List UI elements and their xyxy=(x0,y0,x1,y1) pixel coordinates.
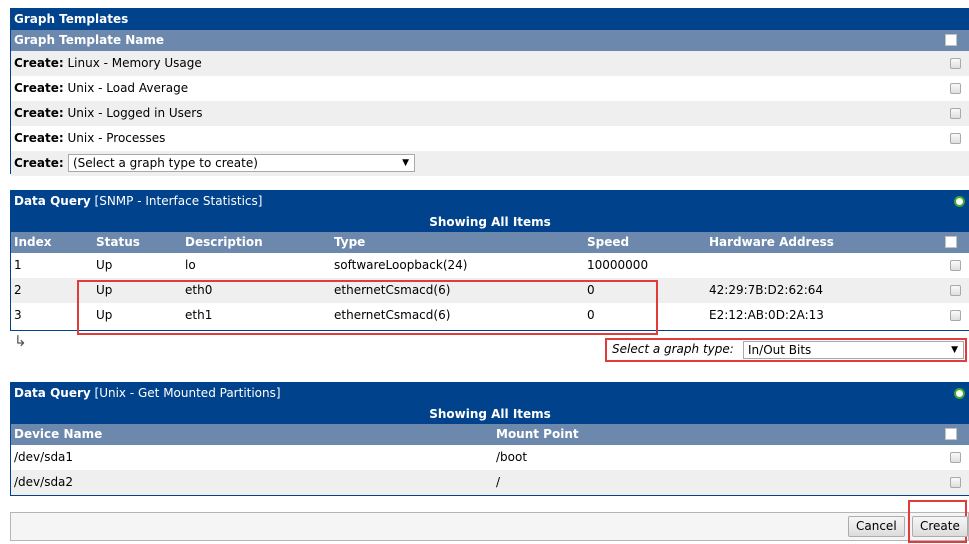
template-name: Unix - Logged in Users xyxy=(67,106,203,120)
cell-device-name: /dev/sda1 xyxy=(14,450,74,464)
template-row: Create: Linux - Memory Usage xyxy=(11,51,969,76)
cell-hardware-address: 42:29:7B:D2:62:64 xyxy=(709,283,824,297)
graph-templates-header: Graph Templates xyxy=(11,9,969,30)
row-checkbox[interactable] xyxy=(950,310,961,321)
showing-all-items: Showing All Items xyxy=(11,404,969,424)
showing-all-items: Showing All Items xyxy=(11,212,969,232)
select-graph-type-label: Select a graph type: xyxy=(612,342,734,356)
cell-device-name: /dev/sda2 xyxy=(14,475,74,489)
template-create-row: Create: (Select a graph type to create) … xyxy=(11,151,969,176)
refresh-status-icon[interactable] xyxy=(954,388,965,399)
data-query-name: [Unix - Get Mounted Partitions] xyxy=(94,386,281,400)
cell-mount-point: /boot xyxy=(496,450,528,464)
select-arrow-icon: ↳ xyxy=(14,332,27,350)
table-row[interactable]: /dev/sda1 /boot xyxy=(11,445,969,470)
dq2-column-header: Device Name Mount Point xyxy=(11,424,969,445)
dq1-column-header: Index Status Description Type Speed Hard… xyxy=(11,232,969,253)
cell-speed: 10000000 xyxy=(587,258,649,272)
graph-type-select-value: (Select a graph type to create) xyxy=(73,156,258,170)
cell-type: softwareLoopback(24) xyxy=(334,258,468,272)
create-label: Create: xyxy=(14,156,64,170)
col-type: Type xyxy=(334,235,366,249)
template-row: Create: Unix - Logged in Users xyxy=(11,101,969,126)
dropdown-arrow-icon: ▼ xyxy=(951,345,958,355)
create-button[interactable]: Create xyxy=(912,516,968,537)
dropdown-arrow-icon: ▼ xyxy=(402,158,409,168)
graph-type-dropdown[interactable]: In/Out Bits ▼ xyxy=(743,341,964,359)
cell-status: Up xyxy=(96,258,113,272)
create-prefix: Create: xyxy=(14,81,64,95)
cell-mount-point: / xyxy=(496,475,501,489)
select-all-partitions-checkbox[interactable] xyxy=(945,428,957,440)
col-index: Index xyxy=(14,235,52,249)
col-hardware-address: Hardware Address xyxy=(709,235,834,249)
cell-index: 2 xyxy=(14,283,22,297)
graph-templates-panel: Graph Templates Graph Template Name Crea… xyxy=(10,8,969,176)
graph-templates-title: Graph Templates xyxy=(14,12,129,26)
refresh-status-icon[interactable] xyxy=(954,196,965,207)
mounted-partitions-panel: Data Query [Unix - Get Mounted Partition… xyxy=(10,382,969,496)
cell-description: lo xyxy=(185,258,196,272)
col-status: Status xyxy=(96,235,140,249)
template-row: Create: Unix - Load Average xyxy=(11,76,969,101)
data-query-name: [SNMP - Interface Statistics] xyxy=(94,194,263,208)
selected-rows-highlight xyxy=(77,280,658,335)
template-row: Create: Unix - Processes xyxy=(11,126,969,151)
select-all-interfaces-checkbox[interactable] xyxy=(945,236,957,248)
row-checkbox[interactable] xyxy=(950,452,961,463)
row-checkbox[interactable] xyxy=(950,260,961,271)
template-checkbox[interactable] xyxy=(950,58,961,69)
graph-type-select[interactable]: (Select a graph type to create) ▼ xyxy=(68,154,415,172)
col-description: Description xyxy=(185,235,263,249)
data-query-label: Data Query xyxy=(14,386,91,400)
data-query-label: Data Query xyxy=(14,194,91,208)
template-checkbox[interactable] xyxy=(950,83,961,94)
graph-template-column-header: Graph Template Name xyxy=(11,30,969,51)
dq2-header: Data Query [Unix - Get Mounted Partition… xyxy=(11,383,969,404)
table-row[interactable]: 1 Up lo softwareLoopback(24) 10000000 xyxy=(11,253,969,278)
graph-template-name-heading: Graph Template Name xyxy=(14,33,165,47)
table-row[interactable]: /dev/sda2 / xyxy=(11,470,969,495)
row-checkbox[interactable] xyxy=(950,285,961,296)
template-name: Unix - Processes xyxy=(67,131,166,145)
select-all-templates-checkbox[interactable] xyxy=(945,34,957,46)
template-name: Linux - Memory Usage xyxy=(67,56,202,70)
cell-index: 3 xyxy=(14,308,22,322)
action-bar xyxy=(10,512,969,541)
create-prefix: Create: xyxy=(14,56,64,70)
col-device-name: Device Name xyxy=(14,427,103,441)
dq1-header: Data Query [SNMP - Interface Statistics] xyxy=(11,191,969,212)
template-checkbox[interactable] xyxy=(950,108,961,119)
create-prefix: Create: xyxy=(14,106,64,120)
row-checkbox[interactable] xyxy=(950,477,961,488)
col-speed: Speed xyxy=(587,235,630,249)
template-name: Unix - Load Average xyxy=(67,81,189,95)
col-mount-point: Mount Point xyxy=(496,427,579,441)
create-prefix: Create: xyxy=(14,131,64,145)
cancel-button[interactable]: Cancel xyxy=(848,516,905,537)
graph-type-dropdown-value: In/Out Bits xyxy=(748,343,812,357)
cell-index: 1 xyxy=(14,258,22,272)
template-checkbox[interactable] xyxy=(950,133,961,144)
cell-hardware-address: E2:12:AB:0D:2A:13 xyxy=(709,308,824,322)
